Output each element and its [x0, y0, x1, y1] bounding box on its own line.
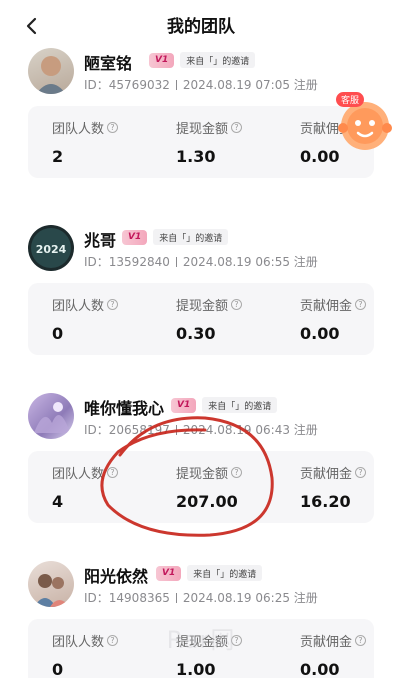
- avatar-text: 2024: [36, 243, 67, 256]
- chevron-left-icon: [26, 17, 37, 35]
- stat-value: 1.00: [176, 660, 216, 678]
- help-icon[interactable]: ?: [355, 299, 367, 310]
- stat-team-count: 团队人数? 4: [52, 463, 119, 511]
- help-icon[interactable]: ?: [231, 467, 243, 478]
- stat-commission: 贡献佣金? 16.20: [300, 463, 367, 511]
- avatar: [28, 48, 74, 94]
- stat-label: 贡献佣金: [300, 299, 353, 314]
- stat-withdraw: 提现金额? 0.30: [176, 295, 243, 343]
- member-card[interactable]: 2024 兆哥 V1 来自「」的邀请 ID：13592840 2024.08.19…: [0, 211, 402, 381]
- member-badges: V1 来自「」的邀请: [149, 52, 256, 68]
- stat-label: 团队人数: [52, 467, 105, 482]
- stat-team-count: 团队人数? 0: [52, 295, 119, 343]
- member-id: ID：13592840: [84, 255, 170, 269]
- stat-value: 0.30: [176, 324, 216, 343]
- member-id: ID：45769032: [84, 78, 170, 92]
- stat-value: 16.20: [300, 492, 351, 511]
- member-card[interactable]: 阳光依然 V1 来自「」的邀请 ID：14908365 2024.08.19 06…: [0, 549, 402, 678]
- level-badge: V1: [171, 397, 197, 413]
- member-time: 2024.08.19 06:55: [182, 255, 290, 269]
- stat-value: 0.00: [300, 324, 340, 343]
- help-icon[interactable]: ?: [107, 122, 119, 133]
- stat-label: 团队人数: [52, 122, 105, 137]
- invite-source: 来自「」的邀请: [180, 52, 256, 68]
- stat-value: 0: [52, 660, 64, 678]
- member-id: ID：20658197: [84, 423, 170, 437]
- member-name: 唯你懂我心: [84, 399, 165, 418]
- avatar: 2024: [28, 225, 74, 271]
- member-id: ID：14908365: [84, 591, 170, 605]
- stat-label: 提现金额: [176, 467, 229, 482]
- member-badges: V1 来自「」的邀请: [122, 229, 229, 245]
- member-name: 兆哥: [84, 231, 117, 250]
- level-badge: V1: [122, 229, 148, 245]
- stat-label: 提现金额: [176, 299, 229, 314]
- member-meta: ID：20658197 2024.08.19 06:43 注册: [84, 421, 318, 438]
- register-label: 注册: [293, 591, 318, 605]
- member-stats: 团队人数? 0 提现金额? 0.30 贡献佣金? 0.00: [28, 283, 374, 355]
- help-icon[interactable]: ?: [231, 122, 243, 133]
- member-time: 2024.08.19 07:05: [182, 78, 290, 92]
- member-stats: 团队人数? 2 提现金额? 1.30 贡献佣金? 0.00: [28, 106, 374, 178]
- member-name: 阳光依然: [84, 567, 149, 586]
- stat-commission: 贡献佣金? 0.00: [300, 295, 367, 343]
- register-label: 注册: [293, 78, 318, 92]
- help-icon[interactable]: ?: [355, 467, 367, 478]
- watermark: Rar网: [166, 626, 236, 654]
- stat-value: 207.00: [176, 492, 238, 511]
- member-meta: ID：14908365 2024.08.19 06:25 注册: [84, 589, 318, 606]
- register-label: 注册: [293, 423, 318, 437]
- stat-value: 2: [52, 147, 64, 166]
- help-icon[interactable]: ?: [231, 299, 243, 310]
- member-time: 2024.08.19 06:43: [182, 423, 290, 437]
- member-name: 陋室铭: [84, 54, 133, 73]
- customer-service-button[interactable]: 客服: [334, 92, 394, 154]
- stat-label: 贡献佣金: [300, 467, 353, 482]
- stat-value: 1.30: [176, 147, 216, 166]
- page-title: 我的团队: [167, 16, 235, 37]
- invite-source: 来自「」的邀请: [187, 565, 263, 581]
- member-badges: V1 来自「」的邀请: [156, 565, 263, 581]
- register-label: 注册: [293, 255, 318, 269]
- member-meta: ID：13592840 2024.08.19 06:55 注册: [84, 253, 318, 270]
- member-badges: V1 来自「」的邀请: [171, 397, 278, 413]
- member-card[interactable]: 唯你懂我心 V1 来自「」的邀请 ID：20658197 2024.08.19 0…: [0, 381, 402, 549]
- stat-label: 团队人数: [52, 299, 105, 314]
- stat-withdraw: 提现金额? 1.30: [176, 118, 243, 166]
- help-icon[interactable]: ?: [107, 467, 119, 478]
- stat-value: 0.00: [300, 660, 340, 678]
- avatar: [28, 393, 74, 439]
- header: 我的团队: [0, 0, 402, 48]
- stat-label: 提现金额: [176, 122, 229, 137]
- member-meta: ID：45769032 2024.08.19 07:05 注册: [84, 76, 318, 93]
- service-tag: 客服: [336, 92, 365, 107]
- invite-source: 来自「」的邀请: [202, 397, 278, 413]
- stat-withdraw: 提现金额? 207.00: [176, 463, 243, 511]
- help-icon[interactable]: ?: [107, 299, 119, 310]
- stat-value: 0: [52, 324, 64, 343]
- stat-team-count: 团队人数? 2: [52, 118, 119, 166]
- member-time: 2024.08.19 06:25: [182, 591, 290, 605]
- avatar: [28, 561, 74, 607]
- level-badge: V1: [156, 565, 182, 581]
- invite-source: 来自「」的邀请: [153, 229, 229, 245]
- level-badge: V1: [149, 52, 175, 68]
- member-stats: 团队人数? 4 提现金额? 207.00 贡献佣金? 16.20: [28, 451, 374, 523]
- back-button[interactable]: [18, 12, 46, 40]
- stat-value: 4: [52, 492, 64, 511]
